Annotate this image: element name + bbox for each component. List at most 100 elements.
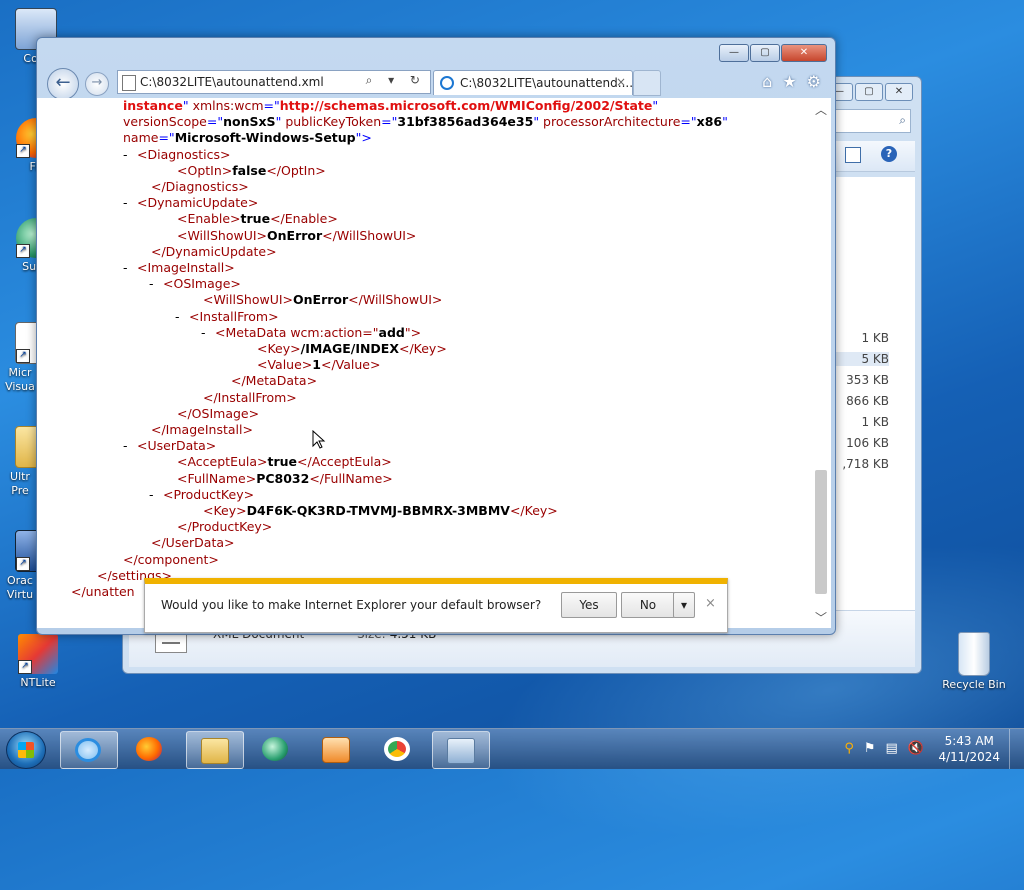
xml-tag: </InstallFrom>	[203, 389, 297, 405]
ie-command-icons: ⌂ ★ ⚙	[762, 72, 821, 91]
taskbar-internet-explorer[interactable]	[60, 731, 118, 769]
volume-muted-icon[interactable]: 🔇	[908, 741, 924, 756]
xml-token: name	[123, 130, 159, 146]
action-center-flag-icon[interactable]: ⚑	[864, 741, 876, 756]
xml-token: "	[533, 114, 544, 130]
taskbar-app-green[interactable]	[248, 731, 304, 767]
taskbar: ⚲ ⚑ ▤ 🔇 5:43 AM 4/11/2024	[0, 728, 1024, 769]
collapse-toggle[interactable]: -	[123, 438, 128, 453]
collapse-toggle[interactable]: -	[201, 325, 206, 340]
close-notification-icon[interactable]: ×	[705, 596, 716, 611]
xml-close-tag: </WillShowUI>	[348, 292, 443, 308]
network-icon[interactable]: ▤	[886, 741, 898, 756]
desktop-icon-ntlite[interactable]: ↗ NTLite	[2, 634, 74, 690]
address-tools-icons[interactable]: ⌕ ▾ ↻	[366, 73, 426, 88]
xml-line: instance" xmlns:wcm="http://schemas.micr…	[123, 98, 658, 113]
xml-open-tag: <Value>	[257, 357, 313, 373]
home-icon[interactable]: ⌂	[762, 72, 772, 91]
minimize-button[interactable]: —	[719, 44, 749, 62]
search-input[interactable]: ⌕	[829, 109, 911, 133]
taskbar-installer[interactable]	[432, 731, 490, 769]
xml-line: - <UserData>	[123, 438, 217, 454]
back-arrow-icon: ←	[55, 72, 71, 93]
xml-token: ="	[680, 114, 697, 130]
start-button[interactable]	[6, 731, 46, 769]
new-tab-button[interactable]	[633, 70, 661, 96]
collapse-toggle[interactable]: -	[123, 260, 128, 275]
xml-close-tag: </FullName>	[309, 470, 393, 486]
collapse-toggle[interactable]: -	[175, 309, 180, 324]
tab-close-icon[interactable]: ×	[616, 75, 626, 89]
taskbar-chrome[interactable]	[370, 731, 426, 767]
xml-tag: </ImageInstall>	[151, 422, 253, 437]
xml-close-tag: </OptIn>	[266, 162, 326, 178]
xml-token: ">	[355, 130, 372, 146]
no-options-dropdown[interactable]: ▾	[673, 592, 695, 618]
xml-open-tag: <AcceptEula>	[177, 454, 268, 470]
xml-line: </OSImage>	[177, 406, 259, 421]
default-browser-notification: Would you like to make Internet Explorer…	[144, 578, 728, 633]
xml-line: </component>	[123, 552, 219, 567]
xml-tag: </MetaData>	[231, 373, 318, 389]
desktop-icon-recycle-bin[interactable]: Recycle Bin	[938, 632, 1010, 692]
maximize-button[interactable]: ▢	[750, 44, 780, 62]
address-bar[interactable]: C:\8032LITE\autounattend.xml ⌕ ▾ ↻	[117, 70, 431, 94]
search-icon: ⌕	[899, 113, 906, 127]
favorites-star-icon[interactable]: ★	[782, 72, 796, 91]
xml-line: <FullName>PC8032</FullName>	[177, 471, 393, 486]
close-button[interactable]: ✕	[781, 44, 827, 62]
xml-line: - <InstallFrom>	[175, 309, 279, 324]
desktop-icon-label: NTLite	[20, 676, 56, 689]
preview-pane-icon[interactable]	[845, 147, 861, 163]
collapse-toggle[interactable]: -	[149, 487, 154, 502]
collapse-toggle[interactable]: -	[123, 195, 128, 210]
collapse-toggle[interactable]: -	[149, 276, 154, 291]
xml-tag: <UserData>	[137, 438, 217, 454]
close-button[interactable]: ✕	[885, 83, 913, 101]
firefox-icon	[136, 737, 162, 761]
xml-value: OnError	[293, 292, 349, 308]
xml-token: "	[652, 98, 659, 113]
notification-message: Would you like to make Internet Explorer…	[161, 598, 542, 612]
yes-button[interactable]: Yes	[561, 592, 617, 618]
xml-token: instance	[123, 98, 183, 113]
installer-icon	[447, 738, 475, 764]
vertical-scrollbar[interactable]: ︿ ﹀	[811, 98, 831, 628]
scroll-up-icon[interactable]: ︿	[813, 102, 829, 118]
scroll-down-icon[interactable]: ﹀	[813, 610, 829, 626]
tab-autounattend[interactable]: C:\8032LITE\autounattend.... ×	[433, 70, 633, 95]
taskbar-file-explorer[interactable]	[186, 731, 244, 769]
taskbar-firefox[interactable]	[122, 731, 178, 767]
taskbar-media-player[interactable]	[308, 731, 364, 767]
search-tray-icon[interactable]: ⚲	[844, 741, 854, 756]
no-button[interactable]: No	[621, 592, 675, 618]
internet-explorer-window[interactable]: — ▢ ✕ ← → C:\8032LITE\autounattend.xml ⌕…	[36, 37, 836, 635]
collapse-toggle[interactable]: -	[123, 147, 128, 162]
tools-gear-icon[interactable]: ⚙	[807, 72, 821, 91]
address-text[interactable]: C:\8032LITE\autounattend.xml	[140, 75, 324, 89]
show-desktop-button[interactable]	[1009, 729, 1024, 769]
xml-close-tag: </Value>	[320, 357, 381, 373]
xml-line: - <ImageInstall>	[123, 260, 235, 275]
forward-button[interactable]: →	[85, 72, 109, 96]
app-green-icon	[262, 737, 288, 761]
xml-line: </ImageInstall>	[151, 422, 253, 437]
xml-value: false	[232, 162, 267, 178]
shortcut-arrow-icon: ↗	[16, 144, 30, 158]
xml-open-tag: <Key>	[257, 341, 301, 356]
xml-tag: </UserData>	[151, 535, 235, 551]
shortcut-arrow-icon: ↗	[16, 557, 30, 571]
xml-line: <AcceptEula>true</AcceptEula>	[177, 454, 392, 469]
xml-tag: </OSImage>	[177, 405, 260, 421]
xml-line: </InstallFrom>	[203, 390, 297, 405]
xml-content[interactable]: instance" xmlns:wcm="http://schemas.micr…	[37, 98, 811, 628]
xml-open-tag: <Key>	[203, 503, 247, 518]
scroll-thumb[interactable]	[815, 470, 827, 594]
maximize-button[interactable]: ▢	[855, 83, 883, 101]
help-icon[interactable]: ?	[881, 146, 897, 162]
xml-value: 1	[312, 357, 321, 373]
xml-token: ="	[263, 98, 280, 113]
clock[interactable]: 5:43 AM 4/11/2024	[938, 733, 1000, 765]
xml-line: - <ProductKey>	[149, 487, 254, 502]
back-button[interactable]: ←	[47, 68, 79, 100]
